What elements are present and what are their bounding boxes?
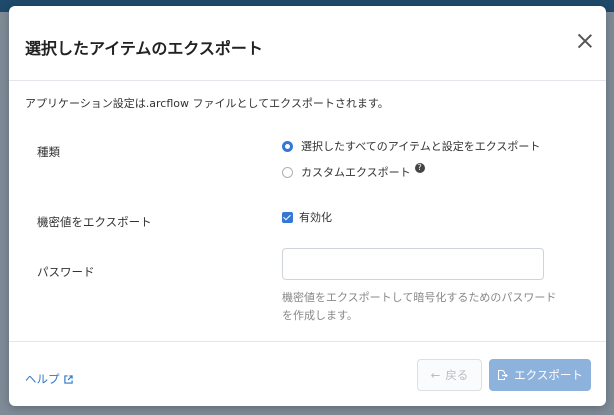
export-button[interactable]: エクスポート [489, 359, 591, 391]
back-button[interactable]: ← 戻る [417, 359, 482, 391]
dialog-footer: ヘルプ ← 戻る エクスポート [9, 341, 606, 407]
arrow-left-icon: ← [430, 368, 441, 382]
radio-checked-icon[interactable] [282, 140, 293, 152]
type-label: 種類 [37, 145, 60, 159]
secret-enable-label: 有効化 [299, 211, 332, 224]
radio-custom-export-label: カスタムエクスポート [301, 166, 411, 179]
external-link-icon [63, 374, 73, 384]
password-label: パスワード [37, 265, 95, 279]
close-icon[interactable] [574, 30, 596, 52]
back-button-label: 戻る [445, 368, 469, 382]
radio-unchecked-icon[interactable] [282, 166, 293, 178]
export-button-label: エクスポート [514, 368, 583, 382]
export-dialog: 選択したアイテムのエクスポート アプリケーション設定は.arcflow ファイル… [9, 6, 606, 406]
export-file-icon [498, 370, 509, 380]
password-input[interactable] [282, 248, 544, 280]
dialog-header: 選択したアイテムのエクスポート [9, 6, 606, 81]
password-hint: 機密値をエクスポートして暗号化するためのパスワードを作成します。 [282, 291, 557, 322]
help-link[interactable]: ヘルプ [25, 371, 73, 387]
dialog-description: アプリケーション設定は.arcflow ファイルとしてエクスポートされます。 [25, 97, 389, 110]
dialog-title: 選択したアイテムのエクスポート [25, 39, 263, 58]
help-link-label: ヘルプ [25, 372, 60, 386]
secret-label: 機密値をエクスポート [37, 215, 152, 229]
radio-export-all-label: 選択したすべてのアイテムと設定をエクスポート [301, 140, 541, 153]
secret-enable-checkbox[interactable]: 有効化 [282, 209, 332, 225]
checkbox-checked-icon[interactable] [282, 211, 293, 223]
radio-custom-export[interactable]: カスタムエクスポート ? [282, 163, 425, 180]
question-icon[interactable]: ? [414, 163, 425, 173]
radio-export-all[interactable]: 選択したすべてのアイテムと設定をエクスポート [282, 138, 540, 154]
